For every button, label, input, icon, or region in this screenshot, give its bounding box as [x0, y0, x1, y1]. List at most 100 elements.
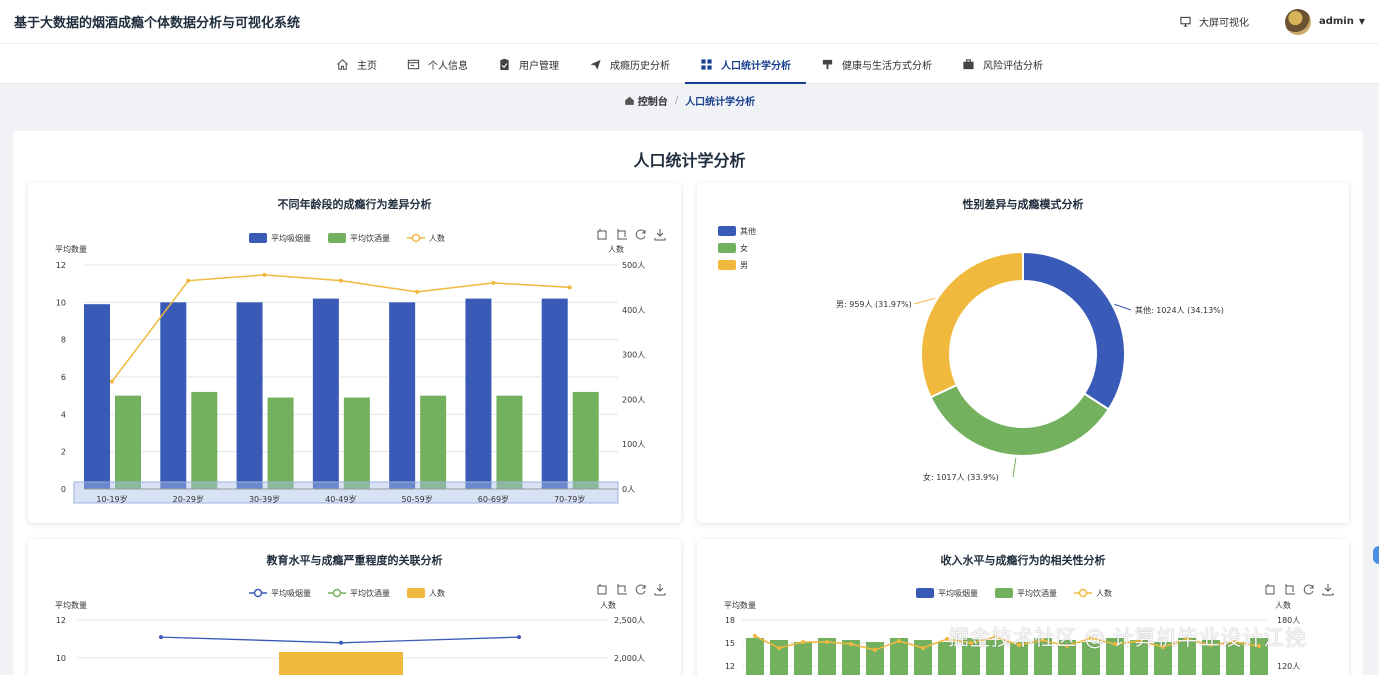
- y2-tick-label: 400人: [622, 306, 645, 315]
- legend-swatch: [1078, 588, 1088, 598]
- y-tick-label: 10: [56, 654, 66, 663]
- x-tick-label: 30-39岁: [249, 494, 280, 504]
- nav-label: 个人信息: [428, 60, 468, 72]
- user-menu[interactable]: admin ▼: [1319, 16, 1365, 27]
- pie-label: 女: 1017人 (33.9%): [923, 472, 999, 482]
- y2-tick-label: 120人: [1277, 662, 1300, 671]
- point-population: [777, 646, 781, 650]
- breadcrumb-home-label: 控制台: [637, 97, 668, 108]
- download-icon[interactable]: [654, 229, 666, 241]
- legend-label: 人数: [429, 588, 445, 598]
- legend-label: 平均吸烟量: [938, 588, 978, 598]
- bigscreen-label: 大屏可视化: [1198, 18, 1249, 29]
- bar-drinking: [420, 395, 447, 489]
- bar-drinking: [572, 391, 599, 489]
- bigscreen-link[interactable]: 大屏可视化: [1180, 14, 1249, 29]
- zoom-icon[interactable]: [597, 584, 607, 595]
- legend-swatch: [718, 243, 736, 253]
- x-tick-label: 20-29岁: [173, 494, 204, 504]
- bar-smoking: [160, 302, 187, 489]
- nav-item-health-lifestyle[interactable]: 健康与生活方式分析: [806, 44, 947, 84]
- nav-item-addiction-history[interactable]: 成瘾历史分析: [574, 44, 685, 84]
- pie-slice: [929, 383, 1111, 457]
- income-chart: 平均吸烟量 平均饮酒量 人数平均数量 人数18 180人1512 120人: [724, 584, 1334, 675]
- y-tick-label: 6: [61, 373, 66, 382]
- breadcrumb-current: 人口统计学分析: [685, 97, 756, 108]
- bar-drinking: [496, 395, 523, 489]
- float-help-button[interactable]: [1373, 546, 1379, 564]
- zoom-reset-icon[interactable]: [617, 229, 627, 240]
- legend-label: 人数: [1096, 588, 1112, 598]
- zoom-reset-icon[interactable]: [617, 584, 627, 595]
- legend-swatch: [411, 233, 421, 243]
- point-population: [897, 639, 901, 643]
- clipboard-icon: [500, 58, 509, 70]
- legend-label: 人数: [429, 233, 445, 243]
- zoom-icon[interactable]: [597, 229, 607, 240]
- chart-card-gender: 性别差异与成瘾模式分析 其他女男其他: 1024人 (34.13%) 女: 101…: [697, 183, 1349, 523]
- gender-chart: 其他女男其他: 1024人 (34.13%) 女: 1017人 (33.9%) 男:…: [718, 226, 1224, 482]
- refresh-icon[interactable]: [635, 584, 646, 595]
- breadcrumb-home[interactable]: 控制台: [624, 93, 668, 108]
- home-icon: [624, 96, 634, 105]
- legend-swatch: [916, 588, 934, 598]
- bar-smoking: [236, 302, 263, 489]
- y-tick-label: 15: [725, 639, 735, 648]
- nav-item-risk-assessment[interactable]: 风险评估分析: [947, 44, 1058, 84]
- bar-smoking: [465, 298, 492, 489]
- y2-axis-label: 人数: [608, 244, 624, 254]
- pie-leader-line: [913, 297, 936, 305]
- zoom-icon[interactable]: [1265, 584, 1275, 595]
- y-tick-label: 0: [61, 485, 66, 494]
- x-tick-label: 70-79岁: [554, 494, 585, 504]
- bar-smoking: [312, 298, 339, 489]
- app-title: 基于大数据的烟酒成瘾个体数据分析与可视化系统: [14, 16, 301, 31]
- watermark: 掘金技术社区 @ 计算机毕业设计江挽: [948, 626, 1307, 650]
- zoom-reset-icon[interactable]: [1285, 584, 1295, 595]
- y2-tick-label: 0人: [622, 485, 635, 494]
- y-tick-label: 8: [61, 336, 66, 345]
- y-axis-label: 平均数量: [55, 244, 87, 254]
- nav-label: 健康与生活方式分析: [842, 60, 932, 72]
- refresh-icon[interactable]: [635, 229, 646, 240]
- download-icon[interactable]: [654, 584, 666, 596]
- legend-swatch: [718, 226, 736, 236]
- point-smoking: [339, 640, 343, 645]
- legend-label: 平均饮酒量: [1017, 588, 1057, 598]
- nav-label: 用户管理: [519, 60, 559, 72]
- pie-leader-line: [1114, 303, 1132, 311]
- legend-label: 平均饮酒量: [350, 233, 390, 243]
- point-population: [491, 280, 496, 285]
- stamp-icon: [822, 59, 833, 69]
- refresh-icon[interactable]: [1303, 584, 1314, 595]
- bar-smoking: [84, 304, 110, 489]
- y2-tick-label: 300人: [622, 351, 645, 360]
- nav-item-user-management[interactable]: 用户管理: [483, 44, 574, 84]
- x-tick-label: 50-59岁: [402, 494, 433, 504]
- y-axis-label: 平均数量: [724, 600, 756, 610]
- point-population: [753, 634, 757, 638]
- legend-label: 平均饮酒量: [350, 588, 390, 598]
- bar-smoking: [541, 298, 568, 489]
- top-header: 基于大数据的烟酒成瘾个体数据分析与可视化系统 大屏可视化 admin ▼: [0, 0, 1379, 44]
- grid-icon: [701, 58, 712, 70]
- download-icon[interactable]: [1322, 584, 1334, 596]
- legend-swatch: [995, 588, 1013, 598]
- nav-item-profile[interactable]: 个人信息: [392, 44, 483, 84]
- legend-label: 平均吸烟量: [271, 588, 311, 598]
- avatar[interactable]: [1284, 8, 1311, 35]
- nav-item-home[interactable]: 主页: [321, 44, 392, 84]
- point-population: [110, 379, 114, 384]
- point-population: [186, 278, 191, 283]
- legend-swatch: [407, 588, 425, 598]
- y-axis-label: 平均数量: [55, 600, 87, 610]
- x-tick-label: 10-19岁: [96, 494, 127, 504]
- bar-smoking: [389, 302, 416, 489]
- point-population: [921, 646, 925, 650]
- breadcrumb-separator: /: [674, 95, 679, 106]
- y-tick-label: 12: [725, 662, 735, 671]
- y2-axis-label: 人数: [600, 600, 616, 610]
- page-title: 人口统计学分析: [633, 151, 746, 170]
- nav-item-demographics[interactable]: 人口统计学分析: [685, 44, 806, 84]
- point-smoking: [517, 635, 521, 640]
